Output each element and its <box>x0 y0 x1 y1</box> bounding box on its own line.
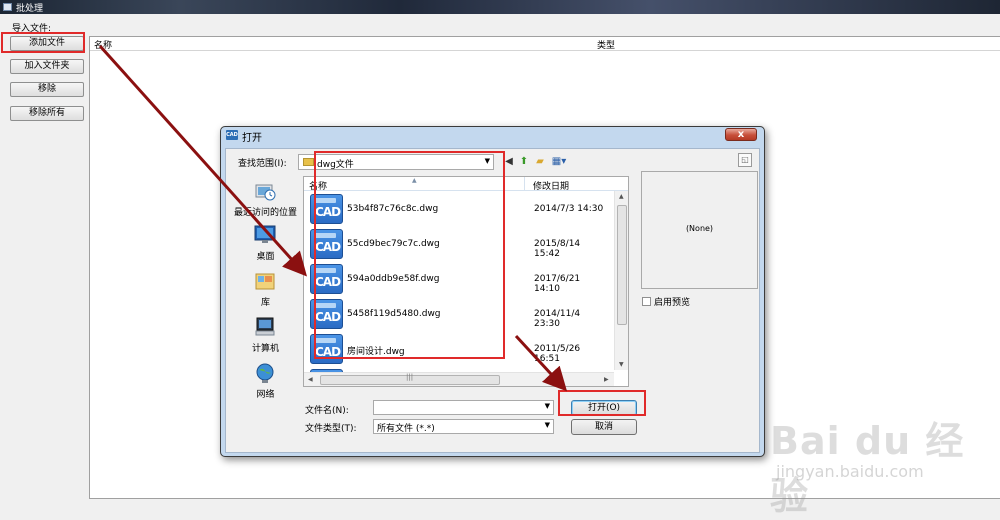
preview-placeholder: (None) <box>685 224 714 233</box>
file-row[interactable]: CAD 5458f119d5480.dwg 2014/11/4 23:30 <box>304 296 604 330</box>
dwg-file-icon: CAD <box>310 299 343 329</box>
dwg-file-icon: CAD <box>310 229 343 259</box>
file-date: 2015/8/14 15:42 <box>534 239 581 259</box>
view-menu-icon[interactable]: ▦▾ <box>550 156 568 168</box>
remove-button[interactable]: 移除 <box>10 82 84 97</box>
file-date: 2014/7/3 14:30 <box>534 204 604 214</box>
file-row[interactable]: CAD 55cd9bec79c7c.dwg 2015/8/14 15:42 <box>304 226 604 260</box>
place-label: 桌面 <box>256 252 275 262</box>
recent-places-icon <box>255 184 276 201</box>
folder-icon <box>303 158 314 166</box>
scroll-grip-icon: ||| <box>406 373 414 381</box>
file-name: 房间设计.dwg <box>347 347 405 357</box>
cancel-button[interactable]: 取消 <box>571 419 637 435</box>
file-list-column-header: 名称 ▲ 修改日期 <box>304 177 628 192</box>
look-in-value: dwg文件 <box>317 160 354 170</box>
add-file-button[interactable]: 添加文件 <box>10 36 84 51</box>
file-name-input[interactable]: ▼ <box>373 400 554 415</box>
dialog-body: 查找范围(I): dwg文件 ▼ ◀ ⬆ ▰ ▦▾ ◱ 最近访问的位置 桌面 库… <box>225 148 760 453</box>
file-list-header: 名称 类型 <box>90 37 1000 51</box>
file-name-label: 文件名(N): <box>305 406 349 416</box>
app-icon <box>3 3 12 11</box>
file-date: 2014/11/4 23:30 <box>534 309 581 329</box>
file-date: 2011/5/26 16:51 <box>534 344 581 364</box>
file-name: 53b4f87c76c8c.dwg <box>347 204 439 214</box>
preview-pane: (None) <box>641 171 758 289</box>
scroll-thumb[interactable] <box>617 205 627 325</box>
scroll-down-icon[interactable]: ▼ <box>619 361 624 368</box>
file-type-select[interactable]: 所有文件 (*.*) ▼ <box>373 419 554 434</box>
import-files-label: 导入文件: <box>12 24 52 34</box>
back-icon[interactable]: ◀ <box>503 156 515 168</box>
file-name: 594a0ddb9e58f.dwg <box>347 274 440 284</box>
checkbox-box[interactable] <box>642 297 651 306</box>
look-in-combobox[interactable]: dwg文件 ▼ <box>298 154 494 170</box>
desktop-icon <box>254 225 276 243</box>
enable-preview-label: 启用预览 <box>654 298 691 308</box>
computer-icon <box>255 317 275 336</box>
bottom-bar <box>89 498 1000 503</box>
dialog-file-list[interactable]: 名称 ▲ 修改日期 CAD 53b4f87c76c8c.dwg 2014/7/3… <box>303 176 629 387</box>
place-label: 库 <box>260 298 270 308</box>
file-name: 55cd9bec79c7c.dwg <box>347 239 440 249</box>
window-titlebar: 批处理 <box>0 0 1000 14</box>
add-folder-button[interactable]: 加入文件夹 <box>10 59 84 74</box>
dwg-file-icon: CAD <box>310 264 343 294</box>
sort-arrow-icon: ▲ <box>412 177 417 184</box>
vertical-scrollbar[interactable]: ▲ ▼ <box>614 191 628 370</box>
place-label: 最近访问的位置 <box>233 208 297 218</box>
file-date: 2017/6/21 14:10 <box>534 274 581 294</box>
look-in-label: 查找范围(I): <box>238 159 287 169</box>
up-folder-icon[interactable]: ⬆ <box>518 156 530 168</box>
window-title: 批处理 <box>16 4 44 14</box>
cad-app-icon: CAD <box>226 130 238 140</box>
scroll-right-icon[interactable]: ▶ <box>604 376 609 383</box>
file-type-label: 文件类型(T): <box>305 424 357 434</box>
dialog-title: 打开 <box>242 133 262 144</box>
chevron-down-icon[interactable]: ▼ <box>545 402 550 410</box>
network-icon <box>256 363 274 383</box>
place-libraries[interactable]: 库 <box>232 270 299 314</box>
file-type-value: 所有文件 (*.*) <box>377 424 435 434</box>
file-row[interactable]: CAD 房间设计.dwg 2011/5/26 16:51 <box>304 331 604 365</box>
place-label: 网络 <box>256 390 275 400</box>
file-row[interactable]: CAD 594a0ddb9e58f.dwg 2017/6/21 14:10 <box>304 261 604 295</box>
chevron-down-icon[interactable]: ▼ <box>485 157 490 165</box>
new-folder-icon[interactable]: ▰ <box>534 156 546 168</box>
close-icon[interactable]: x <box>725 128 757 141</box>
open-button[interactable]: 打开(O) <box>571 400 637 416</box>
enable-preview-checkbox[interactable]: 启用预览 <box>642 295 690 308</box>
open-file-dialog: CAD 打开 x 查找范围(I): dwg文件 ▼ ◀ ⬆ ▰ ▦▾ ◱ 最近访… <box>220 126 765 457</box>
place-label: 计算机 <box>251 344 279 354</box>
preview-toggle-icon[interactable]: ◱ <box>738 153 752 167</box>
column-name[interactable]: 名称 <box>94 38 112 51</box>
dialog-titlebar: CAD 打开 x <box>221 127 764 144</box>
horizontal-scrollbar[interactable]: ◀ ||| ▶ <box>304 372 614 386</box>
scroll-up-icon[interactable]: ▲ <box>619 193 624 200</box>
column-separator[interactable] <box>524 177 525 191</box>
dwg-file-icon: CAD <box>310 194 343 224</box>
place-desktop[interactable]: 桌面 <box>232 224 299 268</box>
dwg-file-icon: CAD <box>310 334 343 364</box>
place-network[interactable]: 网络 <box>232 362 299 406</box>
scroll-left-icon[interactable]: ◀ <box>308 376 313 383</box>
places-bar: 最近访问的位置 桌面 库 计算机 网络 <box>232 176 299 414</box>
chevron-down-icon[interactable]: ▼ <box>545 421 550 429</box>
place-computer[interactable]: 计算机 <box>232 316 299 360</box>
remove-all-button[interactable]: 移除所有 <box>10 106 84 121</box>
file-row[interactable]: CAD 53b4f87c76c8c.dwg 2014/7/3 14:30 <box>304 191 604 225</box>
column-type[interactable]: 类型 <box>597 38 615 51</box>
file-name: 5458f119d5480.dwg <box>347 309 441 319</box>
place-recent[interactable]: 最近访问的位置 <box>232 180 299 224</box>
libraries-icon <box>255 273 275 290</box>
